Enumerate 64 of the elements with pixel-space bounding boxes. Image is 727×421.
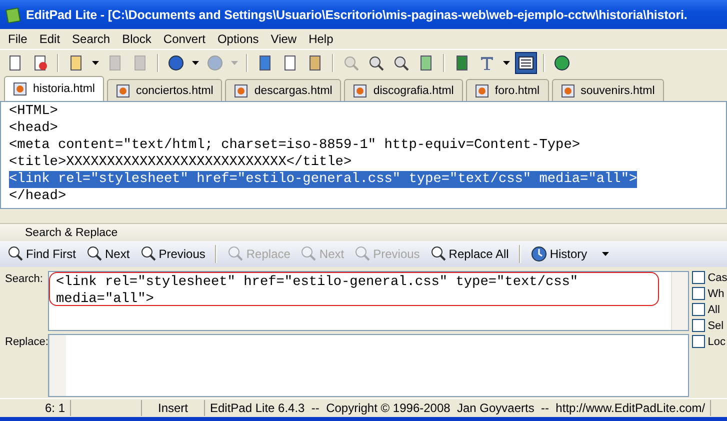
checkbox[interactable] (692, 335, 705, 348)
file-tab[interactable]: descargas.html (225, 79, 342, 101)
option-label: Cas (708, 272, 727, 284)
search-action-button[interactable]: Replace All (426, 244, 512, 264)
clock-icon (530, 246, 547, 262)
file-tab[interactable]: conciertos.html (107, 79, 222, 101)
html-file-icon (234, 84, 248, 98)
html-file-icon (13, 82, 27, 96)
menu-item[interactable]: Options (211, 32, 265, 46)
code-line: <meta content="text/html; charset=iso-8859-1" http-equiv=Content-Type> (9, 137, 580, 154)
dropdown-arrow-icon[interactable] (503, 60, 510, 64)
dropdown-arrow-icon[interactable] (92, 60, 99, 64)
text-editor[interactable] (0, 101, 727, 209)
file-tab[interactable]: foro.html (466, 79, 549, 101)
html-file-icon (116, 84, 130, 98)
menu-item[interactable]: Search (66, 32, 116, 46)
caret-icon (602, 252, 610, 256)
search-action-button[interactable]: Next (83, 244, 133, 264)
checkbox[interactable] (692, 271, 705, 284)
option-label: Loc (708, 336, 726, 348)
code-line: </head> (9, 188, 66, 205)
panel-title: Search & Replace (25, 226, 118, 238)
magnifier-icon (354, 246, 370, 262)
menu-item[interactable]: Help (302, 32, 340, 46)
magnifier-icon (7, 246, 23, 262)
html-file-icon (353, 84, 368, 98)
option-label: All (708, 304, 720, 316)
dropdown-arrow-icon[interactable] (192, 60, 199, 64)
menu-item[interactable]: View (264, 32, 303, 46)
code-line: <title>XXXXXXXXXXXXXXXXXXXXXXXXXXX</title> (9, 154, 352, 171)
replace-field[interactable] (48, 334, 689, 397)
window-title: EditPad Lite - [C:\Documents and Settings\Usuario\Escritorio\mis-paginas-web\web-ejemplo-cctw\historia\histori. (26, 8, 688, 22)
file-tab[interactable]: souvenirs.html (552, 79, 664, 101)
html-file-icon (560, 84, 575, 98)
search-action-button[interactable]: Find First (4, 244, 80, 264)
option-label: Sel (708, 320, 724, 332)
search-label: Search: (4, 272, 44, 287)
html-file-icon (474, 84, 489, 98)
code-line: <head> (9, 120, 58, 137)
magnifier-icon (227, 246, 244, 262)
search-action-button[interactable]: Previous (136, 244, 208, 264)
magnifier-icon (86, 246, 102, 262)
menu-item[interactable]: Edit (33, 32, 66, 46)
status-text: EditPad Lite 6.4.3 -- Copyright © 1996-2008 Jan Goyvaerts -- http://www.EditPadLite.com/ (205, 400, 712, 416)
checkbox[interactable] (692, 287, 705, 300)
search-action-button[interactable]: History (528, 244, 612, 264)
magnifier-icon (300, 246, 316, 262)
code-line: <HTML> (9, 103, 58, 120)
scrollbar[interactable] (670, 272, 688, 330)
replace-label: Replace: (4, 335, 48, 350)
checkbox[interactable] (692, 303, 705, 316)
checkbox[interactable] (692, 319, 705, 332)
menu-item[interactable]: Block (116, 32, 158, 46)
insert-mode: Insert (142, 400, 205, 416)
file-tab[interactable]: historia.html (4, 76, 104, 101)
option-label: Wh (708, 288, 724, 300)
magnifier-icon (430, 246, 446, 262)
menu-item[interactable]: Convert (157, 32, 212, 46)
notepad-icon (5, 6, 21, 22)
lines-tool-icon[interactable] (515, 52, 537, 74)
menu-item[interactable]: File (2, 32, 34, 46)
file-tab[interactable]: discografia.html (344, 79, 463, 101)
cursor-position: 6: 1 (0, 400, 71, 416)
magnifier-icon (140, 246, 156, 262)
